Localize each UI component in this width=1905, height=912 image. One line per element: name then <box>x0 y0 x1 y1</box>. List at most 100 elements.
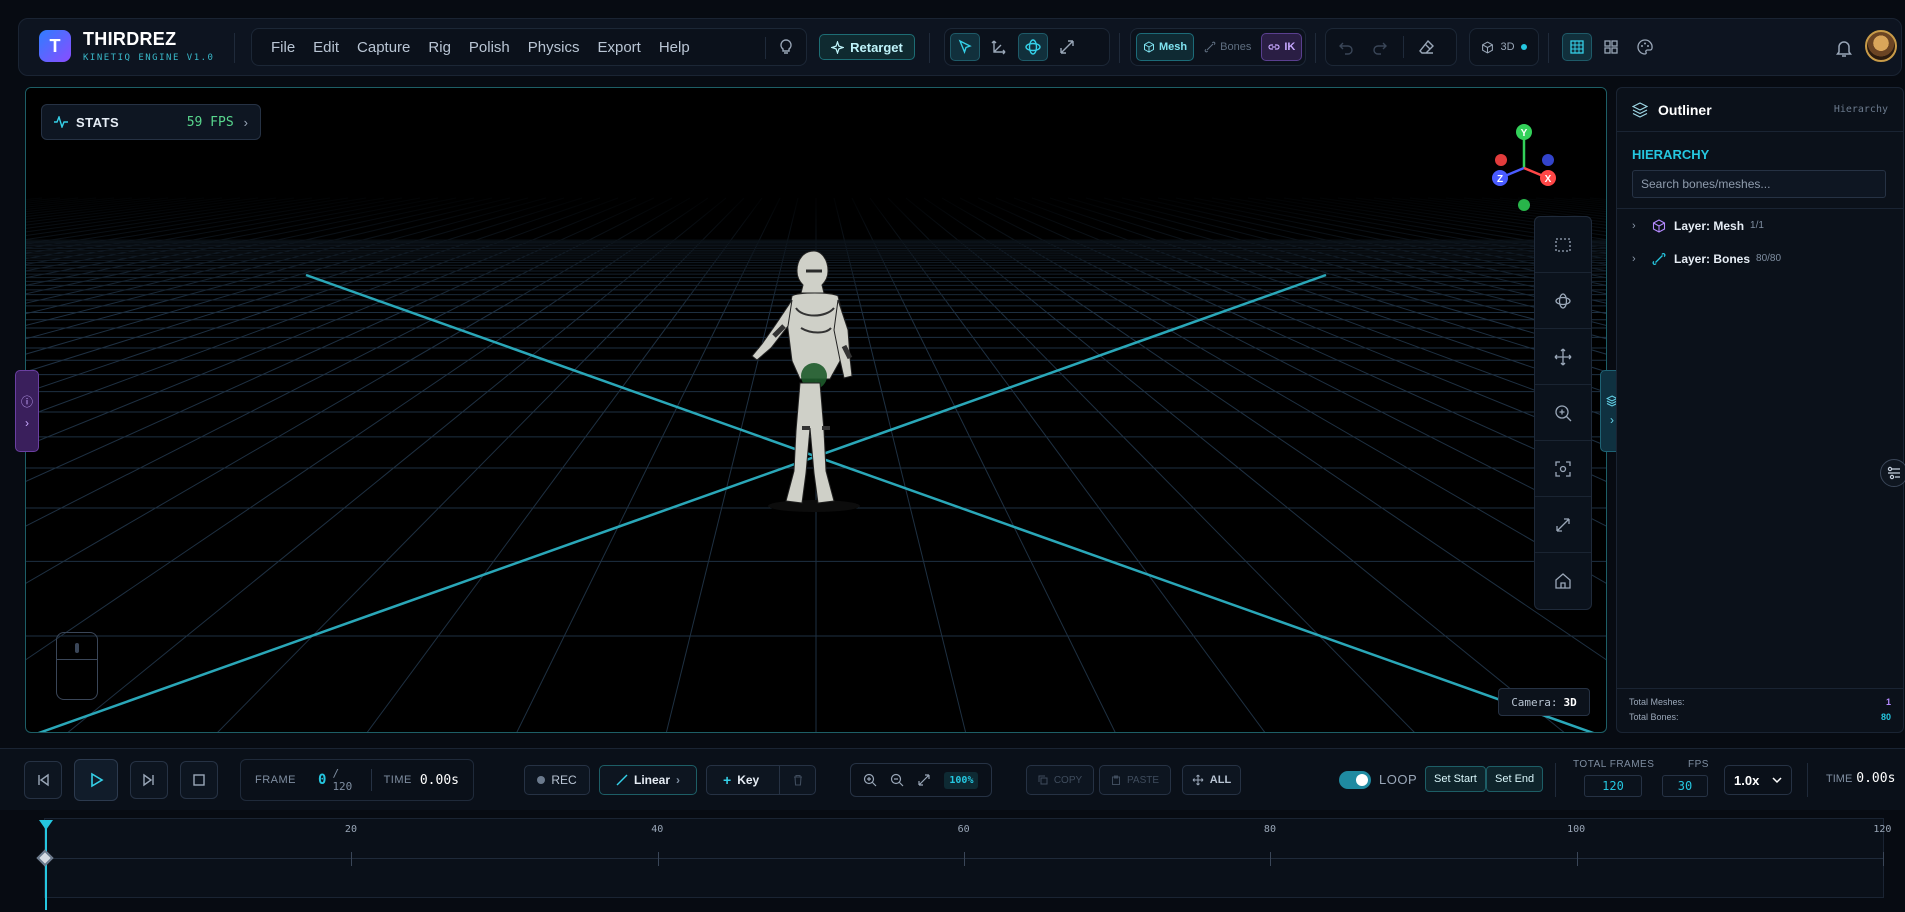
cube-icon <box>1482 40 1494 54</box>
scale-tool-button[interactable] <box>1052 33 1082 61</box>
gizmo-x-label: X <box>1545 174 1552 185</box>
camera-indicator: Camera: 3D <box>1498 688 1590 716</box>
tiles-layout-button[interactable] <box>1596 33 1626 61</box>
layer-name: Layer: Bones <box>1674 251 1751 266</box>
current-frame[interactable]: 0 <box>318 772 326 788</box>
skip-forward-icon <box>143 773 154 787</box>
divider <box>765 37 766 59</box>
orbit-button[interactable] <box>1535 273 1591 329</box>
playback-speed-select[interactable]: 1.0x <box>1724 765 1792 795</box>
tick-label: 60 <box>957 824 970 835</box>
axis-gizmo[interactable]: Y Z X <box>1484 120 1564 220</box>
gizmo-neg-x[interactable] <box>1495 154 1507 166</box>
gizmo-neg-y[interactable] <box>1518 199 1530 211</box>
loop-label: LOOP <box>1379 772 1418 787</box>
mesh-mode-button[interactable]: Mesh <box>1136 33 1195 61</box>
eraser-button[interactable] <box>1412 33 1442 61</box>
cube-icon <box>1144 41 1154 53</box>
gizmo-neg-z[interactable] <box>1542 154 1554 166</box>
menu-export[interactable]: Export <box>597 39 640 56</box>
outliner-subtitle: Hierarchy <box>1833 104 1888 115</box>
menu-capture[interactable]: Capture <box>357 39 410 56</box>
fit-icon[interactable] <box>917 773 931 787</box>
axis-move-icon <box>991 40 1006 55</box>
move-axis-tool-button[interactable] <box>984 33 1014 61</box>
divider <box>234 33 235 63</box>
expand-icon <box>1060 40 1074 54</box>
tree-row-bones[interactable]: › Layer: Bones 80/80 <box>1617 242 1903 275</box>
settings-toggle[interactable] <box>1880 459 1905 487</box>
frame-counter: FRAME 0 / 120 TIME 0.00s <box>240 759 474 801</box>
avatar[interactable] <box>1865 30 1897 62</box>
view-mode-button[interactable]: 3D <box>1469 28 1539 66</box>
set-start-button[interactable]: Set Start <box>1425 766 1486 792</box>
fullscreen-button[interactable] <box>1535 497 1591 553</box>
chevron-right-icon: › <box>243 114 248 130</box>
menu-physics[interactable]: Physics <box>528 39 580 56</box>
lightbulb-icon[interactable] <box>778 38 794 56</box>
stats-panel[interactable]: STATS 59 FPS › <box>41 104 261 140</box>
time-readout: TIME 0.00s <box>1826 771 1896 786</box>
zoom-out-icon[interactable] <box>890 773 904 787</box>
copy-icon <box>1038 775 1048 785</box>
layout-icon <box>1604 40 1618 54</box>
skip-back-button[interactable] <box>24 761 62 799</box>
focus-button[interactable] <box>1535 441 1591 497</box>
zoom-in-icon[interactable] <box>863 773 877 787</box>
hierarchy-heading: HIERARCHY <box>1632 147 1710 162</box>
fps-input[interactable]: 30 <box>1662 775 1708 797</box>
retarget-button[interactable]: Retarget <box>819 34 915 60</box>
chevron-right-icon[interactable]: › <box>1632 253 1644 265</box>
chevron-right-icon: › <box>1610 413 1614 427</box>
skip-forward-button[interactable] <box>130 761 168 799</box>
menu-help[interactable]: Help <box>659 39 690 56</box>
set-end-button[interactable]: Set End <box>1486 766 1544 792</box>
total-frames-input[interactable]: 120 <box>1584 775 1642 797</box>
box-select-button[interactable] <box>1535 217 1591 273</box>
timeline[interactable]: 20 40 60 80 100 120 <box>0 812 1905 912</box>
paste-button[interactable]: PASTE <box>1099 765 1171 795</box>
home-view-button[interactable] <box>1535 553 1591 609</box>
tick-mark <box>1883 852 1884 866</box>
redo-button[interactable] <box>1365 33 1395 61</box>
bell-icon[interactable] <box>1833 37 1855 59</box>
chevron-right-icon[interactable]: › <box>1632 220 1644 232</box>
menu-polish[interactable]: Polish <box>469 39 510 56</box>
top-bar: T THIRDREZ KINETIQ ENGINE V1.0 File Edit… <box>18 18 1902 76</box>
expand-icon <box>1556 517 1570 532</box>
delete-key-button[interactable] <box>779 766 815 794</box>
grid-layout-button[interactable] <box>1562 33 1592 61</box>
loop-toggle[interactable] <box>1339 771 1371 789</box>
theme-button[interactable] <box>1630 33 1660 61</box>
playhead-handle[interactable] <box>39 820 53 830</box>
select-all-button[interactable]: ALL <box>1182 765 1241 795</box>
zoom-in-icon <box>1555 404 1572 421</box>
rotate-tool-button[interactable] <box>1018 33 1048 61</box>
redo-icon <box>1373 42 1387 55</box>
add-key-button[interactable]: + Key <box>706 765 816 795</box>
menu-file[interactable]: File <box>271 39 295 56</box>
left-panel-toggle[interactable]: ⓘ › <box>15 370 39 452</box>
eraser-icon <box>1419 39 1434 54</box>
play-icon <box>91 772 104 788</box>
tree-row-mesh[interactable]: › Layer: Mesh 1/1 <box>1617 209 1903 242</box>
pan-button[interactable] <box>1535 329 1591 385</box>
retarget-label: Retarget <box>850 39 903 55</box>
menu-edit[interactable]: Edit <box>313 39 339 56</box>
select-tool-button[interactable] <box>950 33 980 61</box>
bones-mode-button[interactable]: Bones <box>1198 33 1257 61</box>
search-input[interactable] <box>1632 170 1886 198</box>
play-button[interactable] <box>74 759 118 801</box>
zoom-button[interactable] <box>1535 385 1591 441</box>
total-frames-label: TOTAL FRAMES <box>1573 759 1655 770</box>
bone-icon <box>1204 41 1216 53</box>
interpolation-select[interactable]: Linear › <box>599 765 697 795</box>
3d-viewport[interactable]: STATS 59 FPS › Y Z X Camera: 3D <box>25 87 1607 733</box>
menu-rig[interactable]: Rig <box>428 39 451 56</box>
ik-mode-button[interactable]: IK <box>1261 33 1303 61</box>
stop-button[interactable] <box>180 761 218 799</box>
undo-button[interactable] <box>1331 33 1361 61</box>
copy-button[interactable]: COPY <box>1026 765 1094 795</box>
undo-icon <box>1339 42 1353 55</box>
record-button[interactable]: REC <box>524 765 590 795</box>
